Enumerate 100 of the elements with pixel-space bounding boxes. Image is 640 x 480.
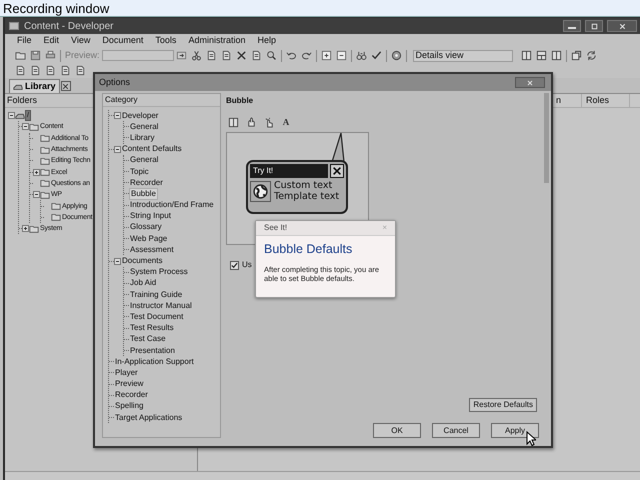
cross-icon	[62, 82, 70, 90]
layout-icon	[520, 50, 532, 61]
document-icon	[60, 65, 71, 76]
menu-item[interactable]: File	[17, 34, 32, 48]
close-icon	[526, 78, 534, 86]
restore-defaults-button[interactable]: Restore Defaults	[469, 398, 537, 412]
checkmark-icon	[370, 50, 382, 61]
bubble-text: Template text	[274, 191, 340, 202]
tree-item[interactable]: Web Page	[129, 234, 168, 244]
tree-item[interactable]: Topic	[129, 166, 150, 177]
bubble-text: Custom text	[274, 180, 334, 191]
dialog-button[interactable]: OK	[373, 423, 421, 438]
tree-item[interactable]: Test Document	[129, 312, 184, 322]
tree-item[interactable]: Recorder	[114, 390, 149, 400]
panel-header: Folders	[7, 94, 38, 107]
undo-icon	[286, 50, 297, 61]
tree-item[interactable]: Content Defaults	[121, 144, 183, 154]
tree-item[interactable]: Documents	[121, 256, 164, 266]
tree-item[interactable]: Training Guide	[129, 290, 184, 300]
menu-item[interactable]: View	[71, 34, 90, 48]
tree-item[interactable]: System Process	[129, 267, 189, 278]
page-title: Bubble	[226, 95, 254, 107]
tree-item[interactable]: Developer	[121, 110, 160, 121]
tree-item[interactable]: Spelling	[114, 401, 144, 412]
bubble-header: Try It!	[253, 166, 274, 176]
tree-item[interactable]: Test Case	[129, 334, 167, 344]
cross-icon	[236, 50, 247, 61]
expander-toggle[interactable]	[114, 146, 121, 153]
app-title: Content - Developer	[24, 20, 114, 34]
document-icon	[75, 65, 86, 76]
tree-item[interactable]: General	[129, 155, 160, 166]
tree-item[interactable]: Preview	[114, 379, 144, 390]
column-header[interactable]: Roles	[582, 94, 630, 107]
folder-icon	[40, 156, 50, 166]
refresh-icon	[586, 50, 597, 61]
layout-icon	[550, 50, 562, 61]
maximize-icon	[590, 22, 598, 30]
magnifier-icon	[266, 50, 277, 61]
vertical-scrollbar[interactable]	[544, 93, 549, 183]
expander-toggle[interactable]	[114, 258, 121, 265]
redo-icon	[300, 50, 312, 61]
properties-icon	[570, 50, 582, 61]
close-tab-button[interactable]	[60, 81, 71, 91]
font-button[interactable]: A	[280, 116, 292, 128]
panel-header: Category	[105, 95, 138, 105]
dialog-button[interactable]: Cancel	[432, 423, 480, 438]
layout-icon	[228, 116, 239, 128]
tree-item[interactable]: Library	[129, 132, 156, 143]
horizontal-scrollbar[interactable]	[5, 471, 640, 480]
folder-icon	[40, 178, 50, 188]
tree-item[interactable]: In-Application Support	[114, 356, 195, 367]
mouse-pointer-icon	[526, 431, 536, 446]
folder-icon	[40, 167, 50, 178]
menu-item[interactable]: Document	[102, 34, 144, 48]
document-icon	[30, 65, 41, 76]
tree-item[interactable]: Presentation	[129, 346, 176, 356]
close-icon	[618, 22, 626, 30]
close-icon	[332, 166, 342, 176]
folder-icon	[51, 212, 61, 222]
maximize-button[interactable]	[585, 20, 603, 32]
checkbox-label: Us	[242, 259, 252, 271]
checkbox[interactable]	[230, 260, 239, 270]
tree-item[interactable]: Introduction/End Frame	[129, 200, 215, 210]
menu-item[interactable]: Tools	[155, 34, 176, 48]
layout-button[interactable]	[226, 115, 241, 129]
expander-toggle[interactable]	[33, 191, 40, 198]
tree-item[interactable]: Target Applications	[114, 412, 184, 423]
expander-toggle[interactable]	[114, 112, 121, 120]
hand-icon	[246, 116, 257, 128]
tree-item[interactable]: Job Aid	[129, 278, 158, 288]
folder-icon	[40, 144, 50, 155]
scissors-icon	[190, 50, 202, 61]
expander-toggle[interactable]	[8, 112, 15, 120]
tree-item[interactable]: Instructor Manual	[129, 300, 193, 311]
expander-toggle[interactable]	[33, 168, 40, 176]
tree-item[interactable]: Player	[114, 368, 139, 378]
folder-icon	[29, 122, 39, 132]
tree-item[interactable]: String Input	[129, 211, 172, 222]
dialog-button[interactable]: Apply	[491, 423, 539, 438]
tooltip-title: See It!	[264, 222, 288, 234]
menu-item[interactable]: Edit	[44, 34, 60, 48]
binoculars-icon	[356, 50, 367, 61]
folder-icon	[40, 190, 50, 200]
expander-toggle[interactable]	[22, 123, 29, 130]
close-button[interactable]	[330, 164, 344, 178]
tree-item[interactable]: Test Results	[129, 323, 175, 334]
tree-item[interactable]: Assessment	[129, 244, 175, 255]
tooltip-heading: Bubble Defaults	[264, 242, 354, 256]
tree-item[interactable]: Recorder	[129, 178, 164, 188]
menu-item[interactable]: Help	[257, 34, 276, 48]
view-dropdown[interactable]: Details view	[412, 50, 513, 62]
column-header[interactable]: n	[554, 94, 582, 107]
expander-toggle[interactable]	[22, 225, 29, 232]
tree-item[interactable]: General	[129, 122, 160, 132]
library-tab[interactable]: Library	[9, 79, 60, 93]
tree-item[interactable]: Bubble	[129, 188, 158, 200]
menu-item[interactable]: Administration	[188, 34, 246, 48]
tree-item[interactable]: Glossary	[129, 222, 163, 232]
disk-button[interactable]	[28, 48, 43, 62]
minimize-button[interactable]	[563, 20, 581, 32]
